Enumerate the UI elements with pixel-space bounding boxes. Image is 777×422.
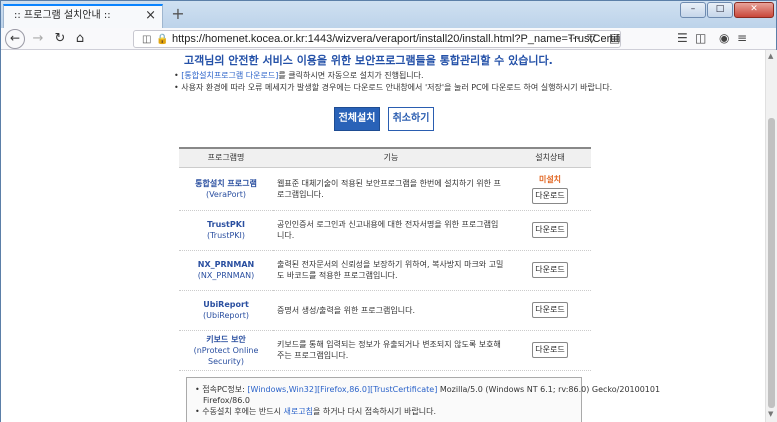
program-subname: (nProtect Online Security) [193,345,259,366]
program-description: 키보드를 통해 입력되는 정보가 유출되거나 변조되지 않도록 보호해 주는 프… [273,330,509,371]
maximize-button[interactable]: □ [707,2,733,18]
extensions-icon[interactable]: ◉ [719,31,729,45]
browser-tab[interactable]: :: 프로그램 설치안내 :: × [3,4,163,28]
program-name: 통합설치 프로그램 [195,178,257,188]
refresh-notice: • 수동설치 후에는 반드시 새로고침을 하거나 다시 접속하시기 바랍니다. [195,407,437,416]
url-text: https://homenet.kocea.or.kr:1443/wizvera… [172,33,621,45]
program-name: NX_PRNMAN [197,260,255,269]
column-header: 프로그램명 [179,147,273,168]
table-row: UbiReport (UbiReport) 증명서 생성/출력을 위한 프로그램입… [179,290,591,331]
program-subname: (TrustPKI) [206,231,246,240]
tab-title: :: 프로그램 설치안내 :: [14,10,111,21]
scroll-up-icon[interactable]: ▲ [768,52,773,60]
install-status-badge: 미설치 [538,174,562,184]
vertical-scrollbar[interactable]: ▲ ▼ [765,50,777,422]
program-subname: (NX_PRNMAN) [197,271,255,280]
refresh-text: 을 하거나 다시 접속하시기 바랍니다. [312,407,437,416]
column-header: 설치상태 [509,147,591,168]
status-cell: 다운로드 [509,210,591,251]
status-cell: 다운로드 [509,250,591,291]
lock-icon[interactable]: 🔒 [156,32,168,47]
download-button[interactable]: 다운로드 [532,262,568,278]
program-name-cell: NX_PRNMAN (NX_PRNMAN) [179,250,273,291]
status-cell: 다운로드 [509,330,591,371]
pc-info-tags: [Windows,Win32][Firefox,86.0][TrustCerti… [247,385,438,394]
program-name-cell: 통합설치 프로그램 (VeraPort) [179,167,273,211]
program-name-cell: 키보드 보안 (nProtect Online Security) [179,330,273,371]
address-bar[interactable]: ◫ 🔒 https://homenet.kocea.or.kr:1443/wiz… [133,30,621,48]
browser-window: :: 프로그램 설치안내 :: × + – □ ✕ ← → ↻ ⌂ ◫ 🔒 ht… [0,0,777,422]
tab-close-icon[interactable]: × [145,6,156,26]
pc-info-line: • 접속PC정보: [Windows,Win32][Firefox,86.0][… [195,385,661,394]
notice-item: 사용자 환경에 따라 오류 메세지가 발생할 경우에는 다운로드 안내창에서 '… [174,82,612,94]
download-button[interactable]: 다운로드 [532,222,568,238]
column-header: 기능 [273,147,509,168]
refresh-link[interactable]: 새로고침 [284,407,313,416]
program-description: 출력된 전자문서의 신뢰성을 보장하기 위하여, 복사방지 마크와 고밀도 바코… [273,250,509,291]
table-row: TrustPKI (TrustPKI) 공인인증서 로그인과 신고내용에 대한 전… [179,210,591,251]
table-header-row: 프로그램명 기능 설치상태 [179,147,591,168]
notice-list: [통합설치프로그램 다운로드]를 클릭하시면 자동으로 설치가 진행됩니다. 사… [174,70,612,94]
pc-info-agent: Mozilla/5.0 (Windows NT 6.1; rv:86.0) Ge… [439,385,661,394]
forward-arrow-icon[interactable]: → [28,29,48,49]
pocket-icon[interactable]: ▽ [587,31,596,45]
minimize-button[interactable]: – [680,2,706,18]
window-close-button[interactable]: ✕ [734,2,774,18]
tab-strip: :: 프로그램 설치안내 :: × + – □ ✕ [1,1,776,28]
back-arrow-icon[interactable]: ← [5,29,25,49]
program-table: 프로그램명 기능 설치상태 통합설치 프로그램 (VeraPort) 웹표준 대체… [179,147,591,371]
reader-view-icon[interactable]: ▤ [609,31,620,45]
program-subname: (UbiReport) [203,311,249,320]
navigation-bar: ← → ↻ ⌂ ◫ 🔒 https://homenet.kocea.or.kr:… [1,28,776,50]
program-name: TrustPKI [207,220,245,229]
pc-info-label: 접속PC정보: [202,385,245,394]
download-button[interactable]: 다운로드 [532,187,568,204]
integrated-download-link[interactable]: [통합설치프로그램 다운로드] [181,71,278,80]
tracking-shield-icon[interactable]: ◫ [142,32,151,47]
page-headline: 고객님의 안전한 서비스 이용을 위한 보안프로그램들을 통합관리할 수 있습니… [184,54,553,67]
program-name: UbiReport [203,300,249,309]
notice-item: [통합설치프로그램 다운로드]를 클릭하시면 자동으로 설치가 진행됩니다. [174,70,612,82]
program-subname: (VeraPort) [205,189,247,199]
program-name-cell: UbiReport (UbiReport) [179,290,273,331]
program-name-cell: TrustPKI (TrustPKI) [179,210,273,251]
program-description: 공인인증서 로그인과 신고내용에 대한 전자서명을 위한 프로그램입니다. [273,210,509,251]
status-cell: 미설치다운로드 [509,167,591,211]
pc-info-agent-cont: Firefox/86.0 [203,396,250,405]
sidebar-icon[interactable]: ◫ [695,31,706,45]
program-name: 키보드 보안 [206,334,246,344]
table-row: 키보드 보안 (nProtect Online Security) 키보드를 통해… [179,330,591,371]
install-all-button[interactable]: 전체설치 [334,107,380,131]
download-button[interactable]: 다운로드 [532,342,568,358]
page-content: 고객님의 안전한 서비스 이용을 위한 보안프로그램들을 통합관리할 수 있습니… [1,50,765,422]
status-cell: 다운로드 [509,290,591,331]
reload-icon[interactable]: ↻ [50,29,70,49]
pc-info-box: • 접속PC정보: [Windows,Win32][Firefox,86.0][… [186,377,661,422]
library-icon[interactable]: ☰ [677,31,688,45]
home-icon[interactable]: ⌂ [70,29,90,49]
notice-text: 를 클릭하시면 자동으로 설치가 진행됩니다. [278,71,424,80]
page-actions-icon[interactable]: ⋯ [568,31,580,45]
download-button[interactable]: 다운로드 [532,302,568,318]
refresh-text: 수동설치 후에는 반드시 [202,407,284,416]
cancel-button[interactable]: 취소하기 [388,107,434,131]
scroll-thumb[interactable] [768,118,775,408]
menu-icon[interactable]: ≡ [737,31,747,45]
scroll-down-icon[interactable]: ▼ [768,410,773,418]
table-row: NX_PRNMAN (NX_PRNMAN) 출력된 전자문서의 신뢰성을 보장하기… [179,250,591,291]
program-description: 증명서 생성/출력을 위한 프로그램입니다. [273,290,509,331]
new-tab-button[interactable]: + [169,3,187,25]
table-row: 통합설치 프로그램 (VeraPort) 웹표준 대체기술이 적용된 보안프로그램… [179,167,591,211]
program-description: 웹표준 대체기술이 적용된 보안프로그램을 한번에 설치하기 위한 프로그램입니… [273,167,509,211]
